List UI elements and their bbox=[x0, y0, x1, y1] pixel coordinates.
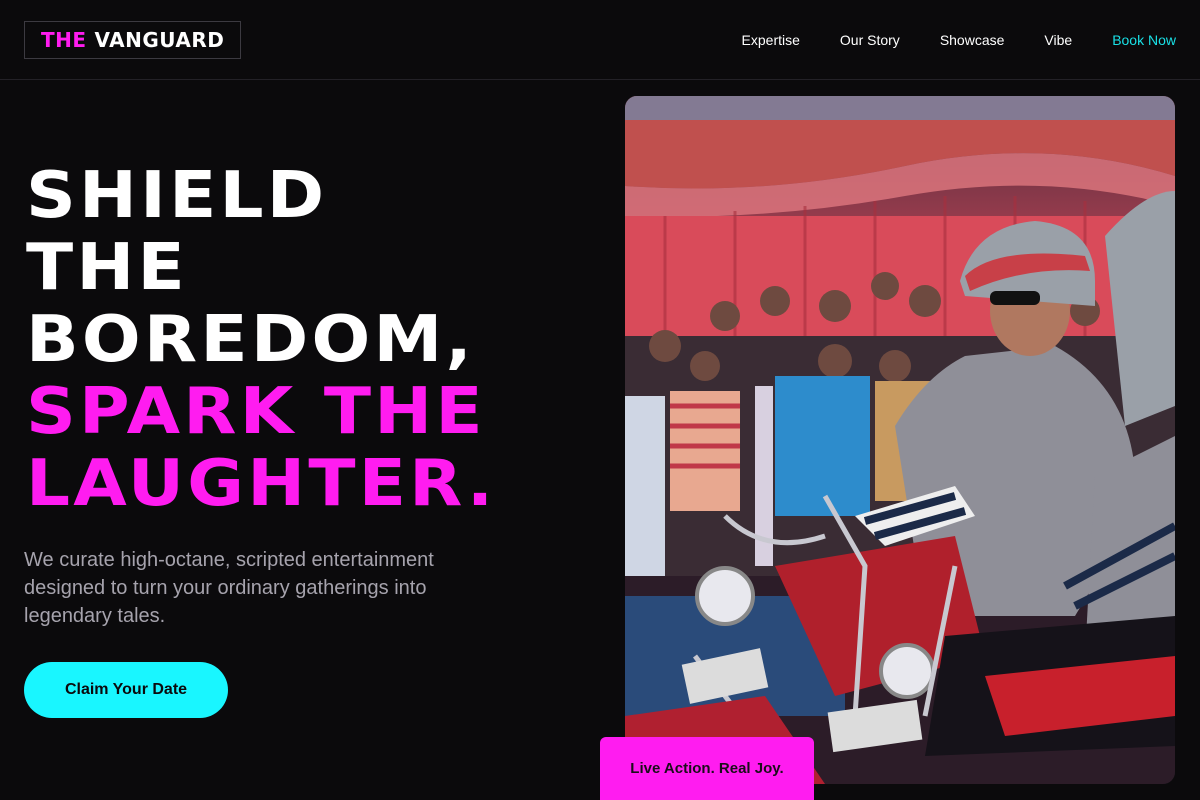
hero-photo-illustration bbox=[625, 96, 1175, 784]
headline-line: SHIELD bbox=[26, 159, 328, 233]
site-header: THE VANGUARD Expertise Our Story Showcas… bbox=[0, 0, 1200, 80]
nav-link-vibe[interactable]: Vibe bbox=[1044, 32, 1072, 48]
hero-description: We curate high-octane, scripted entertai… bbox=[24, 549, 434, 627]
logo-main-text: VANGUARD bbox=[94, 27, 225, 52]
nav-link-expertise[interactable]: Expertise bbox=[742, 32, 800, 48]
headline-line-accent: LAUGHTER. bbox=[26, 447, 497, 521]
nav-link-our-story[interactable]: Our Story bbox=[840, 32, 900, 48]
claim-your-date-button[interactable]: Claim Your Date bbox=[24, 662, 228, 718]
live-action-badge: Live Action. Real Joy. bbox=[600, 737, 814, 800]
nav-link-book-now[interactable]: Book Now bbox=[1112, 32, 1176, 48]
logo-accent-text: THE bbox=[41, 27, 87, 52]
hero-image bbox=[625, 96, 1175, 784]
page: THE VANGUARD Expertise Our Story Showcas… bbox=[0, 0, 1200, 800]
headline-line: BOREDOM, bbox=[26, 303, 475, 377]
logo[interactable]: THE VANGUARD bbox=[24, 20, 242, 59]
hero-headline: SHIELD THE BOREDOM, SPARK THE LAUGHTER. bbox=[26, 160, 606, 520]
main-nav: Expertise Our Story Showcase Vibe Book N… bbox=[742, 32, 1176, 48]
nav-link-showcase[interactable]: Showcase bbox=[940, 32, 1005, 48]
headline-line: THE bbox=[26, 231, 188, 305]
headline-line-accent: SPARK THE bbox=[26, 375, 486, 449]
